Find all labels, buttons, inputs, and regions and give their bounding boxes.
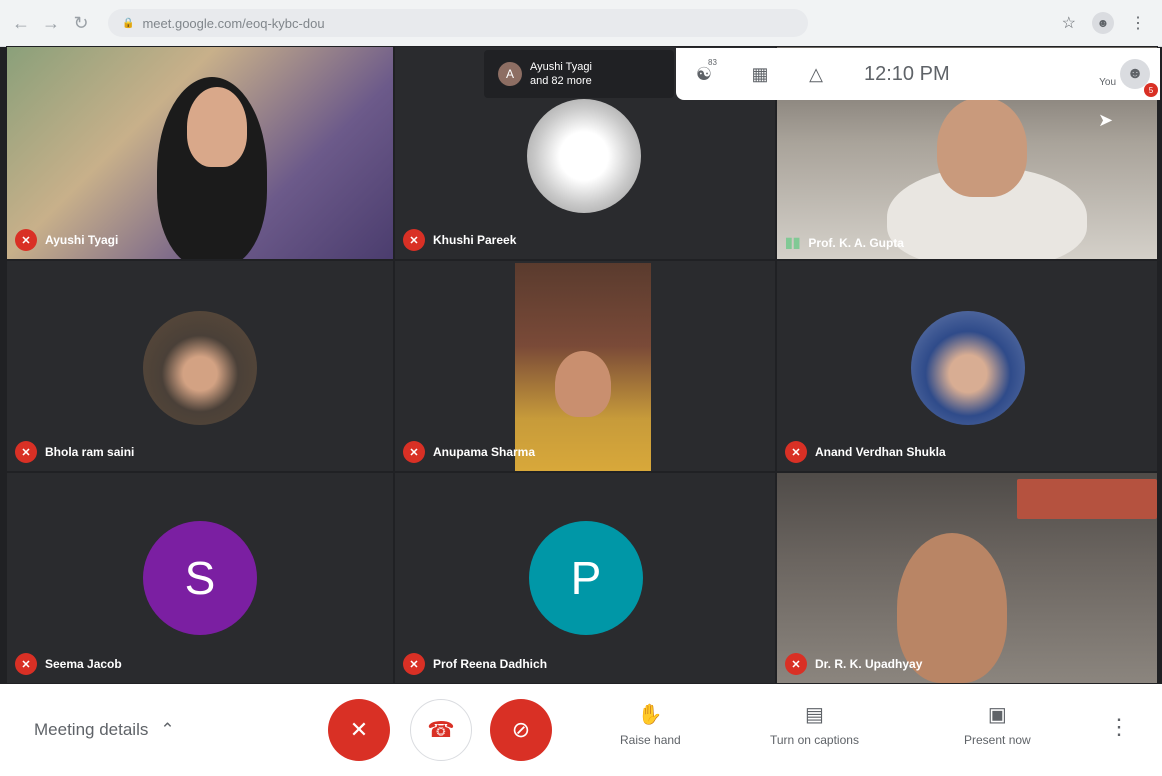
participant-tile[interactable]: ✕ Dr. R. K. Upadhyay — [776, 472, 1158, 684]
participant-tile[interactable]: ✕ Anupama Sharma — [394, 260, 776, 472]
participant-name-tag: ✕ Anand Verdhan Shukla — [785, 441, 946, 463]
participant-tile[interactable]: ✕ Bhola ram saini — [6, 260, 394, 472]
profile-icon[interactable]: ☻ — [1092, 12, 1114, 34]
presenter-text: Ayushi Tyagi and 82 more — [530, 60, 592, 88]
mic-off-icon: ✕ — [403, 441, 425, 463]
participant-name-tag: ✕ Seema Jacob — [15, 653, 122, 675]
mic-off-icon: ✕ — [403, 229, 425, 251]
mic-off-icon: ✕ — [15, 653, 37, 675]
browser-actions: ☆ ☻ ⋮ — [1062, 12, 1146, 34]
participant-tile[interactable]: ✕ Ayushi Tyagi — [6, 46, 394, 260]
participant-name-tag: ✕ Bhola ram saini — [15, 441, 134, 463]
captions-icon: ▤ — [805, 704, 824, 726]
participant-name-tag: ✕ Dr. R. K. Upadhyay — [785, 653, 922, 675]
participant-name: Anupama Sharma — [433, 445, 536, 459]
present-screen-icon: ▣ — [987, 704, 1007, 726]
participant-face — [187, 87, 247, 167]
participant-name: Anand Verdhan Shukla — [815, 445, 946, 459]
participant-name: Khushi Pareek — [433, 233, 517, 247]
participant-video — [1017, 479, 1157, 519]
participant-tile[interactable]: P ✕ Prof Reena Dadhich — [394, 472, 776, 684]
meeting-info-bar: ☯ 83 ▦ △ 12:10 PM You ☻ 5 — [676, 48, 1160, 100]
participant-face — [937, 97, 1027, 197]
mic-toggle-button[interactable]: ✕ — [328, 699, 390, 761]
mic-off-icon: ✕ — [785, 653, 807, 675]
participant-avatar — [911, 311, 1025, 425]
presenter-pill[interactable]: A Ayushi Tyagi and 82 more — [484, 50, 674, 98]
presenter-more: and 82 more — [530, 75, 592, 87]
camera-toggle-button[interactable]: ⊘ — [490, 699, 552, 761]
meeting-details-label: Meeting details — [34, 720, 149, 739]
participant-name: Ayushi Tyagi — [45, 233, 119, 247]
clock: 12:10 PM — [864, 62, 950, 85]
participant-name-tag: ✕ Anupama Sharma — [403, 441, 535, 463]
meeting-details-button[interactable]: Meeting details ⌃ — [34, 720, 175, 740]
participant-name: Dr. R. K. Upadhyay — [815, 657, 923, 671]
participant-name-tag: ▮▮ Prof. K. A. Gupta — [785, 234, 904, 251]
participant-face — [555, 351, 611, 417]
participant-name-tag: ✕ Khushi Pareek — [403, 229, 516, 251]
raise-hand-button[interactable]: ✋ Raise hand — [620, 702, 681, 747]
mic-off-icon: ✕ — [785, 441, 807, 463]
presenter-avatar: A — [498, 62, 522, 86]
forward-icon[interactable]: → — [42, 13, 60, 34]
bookmark-star-icon[interactable]: ☆ — [1062, 13, 1076, 33]
url-text: meet.google.com/eoq-kybc-dou — [142, 15, 325, 31]
notification-badge: 5 — [1144, 83, 1158, 97]
participant-name-tag: ✕ Ayushi Tyagi — [15, 229, 118, 251]
present-label: Present now — [964, 733, 1031, 747]
more-options-icon[interactable]: ⋮ — [1108, 714, 1130, 740]
browser-menu-icon[interactable]: ⋮ — [1130, 13, 1146, 33]
reload-icon[interactable]: ↻ — [72, 13, 90, 34]
hand-icon: ✋ — [637, 704, 663, 726]
participant-tile[interactable]: S ✕ Seema Jacob — [6, 472, 394, 684]
bottom-control-bar: Meeting details ⌃ ✕ ☎ ⊘ ✋ Raise hand ▤ T… — [0, 684, 1162, 776]
people-count: 83 — [708, 57, 717, 67]
mouse-cursor-icon: ➤ — [1098, 110, 1114, 130]
you-label: You — [1099, 76, 1116, 88]
captions-label: Turn on captions — [770, 733, 859, 747]
camera-off-icon: ⊘ — [511, 717, 531, 742]
participant-tile[interactable]: ✕ Anand Verdhan Shukla — [776, 260, 1158, 472]
presenter-name: Ayushi Tyagi — [530, 61, 592, 73]
chevron-up-icon: ⌃ — [160, 720, 175, 739]
mic-off-icon: ✕ — [15, 441, 37, 463]
captions-button[interactable]: ▤ Turn on captions — [770, 702, 859, 747]
participant-name-tag: ✕ Prof Reena Dadhich — [403, 653, 547, 675]
lock-icon: 🔒 — [122, 17, 135, 29]
participant-name: Prof Reena Dadhich — [433, 657, 548, 671]
participant-initial-avatar: P — [529, 521, 643, 635]
leave-call-button[interactable]: ☎ — [410, 699, 472, 761]
participant-name: Bhola ram saini — [45, 445, 135, 459]
people-icon[interactable]: ☯ 83 — [676, 58, 732, 85]
chat-icon[interactable]: ▦ — [732, 64, 788, 85]
participant-initial-avatar: S — [143, 521, 257, 635]
mic-off-icon: ✕ — [349, 717, 369, 742]
participant-name: Prof. K. A. Gupta — [808, 235, 904, 250]
participant-avatar — [143, 311, 257, 425]
self-view[interactable]: You ☻ 5 — [1099, 59, 1158, 97]
back-icon[interactable]: ← — [12, 13, 30, 34]
participant-avatar — [527, 99, 641, 213]
activities-icon[interactable]: △ — [788, 64, 844, 85]
raise-hand-label: Raise hand — [620, 733, 681, 747]
participant-name: Seema Jacob — [45, 657, 122, 671]
mic-off-icon: ✕ — [15, 229, 37, 251]
mic-off-icon: ✕ — [403, 653, 425, 675]
browser-toolbar: ← → ↻ 🔒 meet.google.com/eoq-kybc-dou ☆ ☻… — [0, 0, 1162, 47]
participant-grid: ✕ Ayushi Tyagi ✕ Khushi Pareek ▮▮ Prof. … — [6, 46, 1158, 684]
present-now-button[interactable]: ▣ Present now — [964, 702, 1031, 747]
speaking-icon: ▮▮ — [785, 234, 801, 250]
address-bar[interactable]: 🔒 meet.google.com/eoq-kybc-dou — [108, 9, 808, 37]
phone-hangup-icon: ☎ — [427, 717, 455, 742]
